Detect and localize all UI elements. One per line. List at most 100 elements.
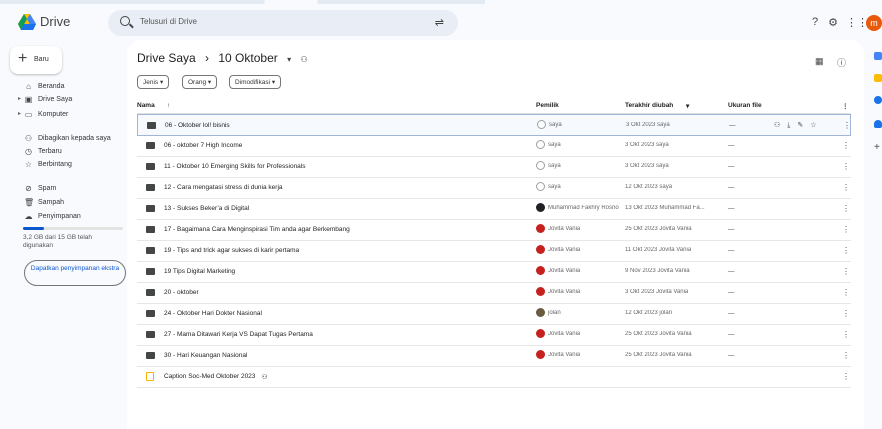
more-actions-icon[interactable]: ⋮ xyxy=(842,288,850,297)
file-name[interactable]: 24 - Oktober Hari Dokter Nasional xyxy=(164,310,262,317)
download-icon[interactable]: ⤓ xyxy=(787,122,790,129)
search-icon[interactable] xyxy=(120,16,130,26)
file-name[interactable]: 17 - Bagaimana Cara Menginspirasi Tim an… xyxy=(164,226,350,233)
sidebar-item-home[interactable]: ⌂ Beranda xyxy=(0,82,126,93)
folder-menu-icon[interactable]: ▾ xyxy=(287,55,291,64)
breadcrumb-root[interactable]: Drive Saya xyxy=(137,51,196,65)
app-name[interactable]: Drive xyxy=(40,14,70,29)
file-modified: 25 Okt 2023 Jovita Vania xyxy=(625,352,692,358)
tasks-icon[interactable] xyxy=(874,96,882,104)
file-name[interactable]: 06 - Oktober lol! bisnis xyxy=(165,122,230,129)
calendar-icon[interactable] xyxy=(874,52,882,60)
details-info-icon[interactable]: ⓘ xyxy=(837,56,846,69)
more-actions-icon[interactable]: ⋮ xyxy=(842,204,850,213)
more-actions-icon[interactable]: ⋮ xyxy=(842,351,850,360)
search-box[interactable]: Telusuri di Drive ⇌ xyxy=(108,10,458,36)
file-name[interactable]: 30 - Hari Keuangan Nasional xyxy=(164,352,247,359)
table-row[interactable]: 06 - oktober 7 High Income saya 3 Okt 2023… xyxy=(137,135,851,157)
table-row[interactable]: 30 - Hari Keuangan Nasional Jovita Vania 2… xyxy=(137,345,851,367)
sidebar-item-shared[interactable]: ⚇ Dibagikan kepada saya xyxy=(0,134,126,145)
table-row[interactable]: 27 - Mama Ditawari Kerja VS Dapat Tugas … xyxy=(137,324,851,346)
more-actions-icon[interactable]: ⋮ xyxy=(842,309,850,318)
breadcrumb-separator: › xyxy=(205,51,210,65)
file-name[interactable]: 27 - Mama Ditawari Kerja VS Dapat Tugas … xyxy=(164,331,313,338)
sidebar-item-recent[interactable]: ◷ Terbaru xyxy=(0,147,126,158)
help-icon[interactable]: ? xyxy=(808,16,822,28)
table-row[interactable]: 20 - oktober Jovita Vania 3 Okt 2023 Jovit… xyxy=(137,282,851,304)
table-row[interactable]: 12 - Cara mengatasi stress di dunia kerj… xyxy=(137,177,851,199)
more-actions-icon[interactable]: ⋮ xyxy=(842,372,850,381)
sidebar-item-label: Komputer xyxy=(38,111,69,118)
more-actions-icon[interactable]: ⋮ xyxy=(842,141,850,150)
filter-modified-chip[interactable]: Dimodifikasi ▾ xyxy=(229,75,282,89)
more-actions-icon[interactable]: ⋮ xyxy=(842,183,850,192)
column-name[interactable]: Nama xyxy=(137,102,155,109)
sort-arrow-icon[interactable]: ↑ xyxy=(167,102,170,109)
expand-icon[interactable]: ▸ xyxy=(18,95,21,102)
search-input[interactable]: Telusuri di Drive xyxy=(140,17,197,26)
new-button[interactable]: + Baru xyxy=(10,46,62,74)
file-name[interactable]: 12 - Cara mengatasi stress di dunia kerj… xyxy=(164,184,283,191)
column-options-icon[interactable]: ⋮ xyxy=(842,102,849,110)
table-row[interactable]: Caption Soc-Med Oktober 2023 ⚇ ⋮ xyxy=(137,366,851,388)
owner-avatar xyxy=(536,245,545,254)
more-actions-icon[interactable]: ⋮ xyxy=(842,225,850,234)
more-actions-icon[interactable]: ⋮ xyxy=(843,121,851,130)
cloud-icon: ☁ xyxy=(24,212,33,221)
file-name[interactable]: 19 Tips Digital Marketing xyxy=(164,268,235,275)
more-actions-icon[interactable]: ⋮ xyxy=(842,246,850,255)
more-actions-icon[interactable]: ⋮ xyxy=(842,267,850,276)
sidebar-item-my-drive[interactable]: ▸ ▣ Drive Saya xyxy=(0,95,126,106)
file-name[interactable]: 06 - oktober 7 High Income xyxy=(164,142,242,149)
file-name[interactable]: 11 - Oktober 10 Emerging Skills for Prof… xyxy=(164,163,306,170)
file-size: — xyxy=(728,163,735,170)
file-owner: Jovita Vania xyxy=(548,226,581,232)
share-icon[interactable]: ⚇ xyxy=(774,122,780,129)
column-owner[interactable]: Pemilik xyxy=(536,102,559,109)
table-row[interactable]: 11 - Oktober 10 Emerging Skills for Prof… xyxy=(137,156,851,178)
file-modified: 25 Okt 2023 Jovita Vania xyxy=(625,331,692,337)
contacts-icon[interactable] xyxy=(874,120,882,128)
sidebar-item-storage[interactable]: ☁ Penyimpanan xyxy=(0,212,126,223)
file-size: — xyxy=(728,226,735,233)
filter-people-chip[interactable]: Orang ▾ xyxy=(182,75,218,89)
grid-view-icon[interactable]: ▦ xyxy=(815,56,824,67)
table-row[interactable]: 06 - Oktober lol! bisnis saya 3 Okt 2023 s… xyxy=(137,114,851,136)
file-owner: Jovita Vania xyxy=(548,331,581,337)
owner-avatar xyxy=(536,266,545,275)
table-row[interactable]: 19 Tips Digital Marketing Jovita Vania 9 N… xyxy=(137,261,851,283)
table-row[interactable]: 24 - Oktober Hari Dokter Nasional jolan 12… xyxy=(137,303,851,325)
breadcrumb-current[interactable]: 10 Oktober xyxy=(218,51,277,65)
file-name[interactable]: 20 - oktober xyxy=(164,289,199,296)
sidebar-item-trash[interactable]: 🗑 Sampah xyxy=(0,198,126,209)
sidebar-item-spam[interactable]: ⊘ Spam xyxy=(0,184,126,195)
sidebar-item-label: Drive Saya xyxy=(38,96,73,103)
file-name[interactable]: 19 - Tips and trick agar sukses di karir… xyxy=(164,247,299,254)
column-modified-arrow[interactable]: ▾ xyxy=(686,102,689,110)
sidebar-item-starred[interactable]: ☆ Berbintang xyxy=(0,160,126,171)
computer-icon: ▭ xyxy=(24,110,33,119)
expand-icon[interactable]: ▸ xyxy=(18,110,21,117)
column-size[interactable]: Ukuran file xyxy=(728,102,762,109)
more-actions-icon[interactable]: ⋮ xyxy=(842,162,850,171)
rename-icon[interactable]: ✎ xyxy=(797,122,803,129)
drive-logo-icon[interactable] xyxy=(18,14,36,30)
more-actions-icon[interactable]: ⋮ xyxy=(842,330,850,339)
search-options-icon[interactable]: ⇌ xyxy=(435,16,444,29)
table-row[interactable]: 17 - Bagaimana Cara Menginspirasi Tim an… xyxy=(137,219,851,241)
table-row[interactable]: 13 - Sukses Beker’a di Digital Muhammad F… xyxy=(137,198,851,220)
sidebar-item-computers[interactable]: ▸ ▭ Komputer xyxy=(0,110,126,121)
file-name[interactable]: 13 - Sukses Beker’a di Digital xyxy=(164,205,249,212)
get-more-storage-button[interactable]: Dapatkan penyimpanan ekstra xyxy=(24,260,126,286)
keep-icon[interactable] xyxy=(874,74,882,82)
settings-icon[interactable]: ⚙ xyxy=(826,16,840,29)
table-row[interactable]: 19 - Tips and trick agar sukses di karir… xyxy=(137,240,851,262)
apps-grid-icon[interactable]: ⋮⋮ xyxy=(846,16,868,29)
add-addon-icon[interactable]: + xyxy=(874,143,882,153)
avatar[interactable]: m xyxy=(866,15,882,31)
star-icon[interactable]: ☆ xyxy=(810,122,816,129)
file-name[interactable]: Caption Soc-Med Oktober 2023 xyxy=(164,373,255,380)
top-band xyxy=(0,0,882,4)
column-modified[interactable]: Terakhir diubah xyxy=(625,102,673,109)
filter-type-chip[interactable]: Jenis ▾ xyxy=(137,75,170,89)
